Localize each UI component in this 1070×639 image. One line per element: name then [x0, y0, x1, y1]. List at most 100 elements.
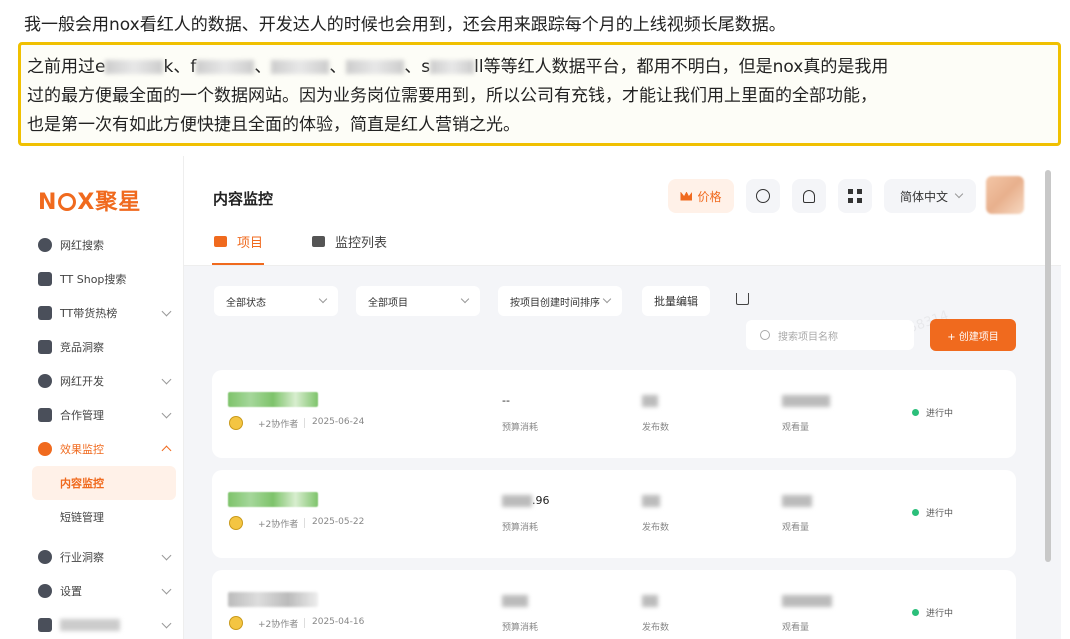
sidebar-item-industry-insight[interactable]: 行业洞察 — [18, 540, 184, 574]
collaborators-count[interactable]: +2协作者 — [258, 617, 298, 630]
sidebar-item-label: 内容监控 — [60, 477, 104, 490]
apps-button[interactable] — [838, 179, 872, 213]
create-project-button[interactable]: + 创建项目 — [930, 319, 1016, 351]
views-value — [782, 394, 830, 407]
redacted-name — [271, 60, 330, 74]
status-badge: 进行中 — [912, 506, 953, 519]
brand-letter: N — [38, 190, 58, 215]
budget-label: 预算消耗 — [502, 623, 539, 633]
frog-avatar-icon — [229, 516, 243, 530]
chevron-down-icon — [161, 550, 172, 561]
redacted-project-name — [228, 592, 318, 607]
posts-value — [642, 394, 658, 407]
views-label: 观看量 — [782, 623, 810, 633]
brand-o-icon — [58, 193, 77, 211]
sidebar-item-tt-shop-search[interactable]: TT Shop搜索 — [18, 262, 184, 296]
budget-value: .96 — [502, 494, 550, 507]
sidebar-item-performance-monitor[interactable]: 效果监控 — [18, 432, 184, 466]
redacted-value — [782, 595, 832, 607]
folder-icon — [214, 236, 227, 247]
sidebar-item-short-link[interactable]: 短链管理 — [18, 500, 184, 534]
compass-icon — [38, 238, 52, 252]
sidebar-item-settings[interactable]: 设置 — [18, 574, 184, 608]
search-placeholder: 搜索项目名称 — [778, 331, 838, 343]
status-badge: 进行中 — [912, 406, 953, 419]
redacted-name — [105, 60, 164, 74]
redacted-value — [642, 395, 658, 407]
brand-logo[interactable]: N X聚星 — [38, 184, 141, 216]
chevron-down-icon — [161, 618, 172, 629]
search-icon — [760, 330, 770, 340]
sidebar-item-tt-hot-list[interactable]: TT带货热榜 — [18, 296, 184, 330]
active-tab-indicator — [212, 263, 264, 265]
redacted-value — [502, 595, 528, 607]
status-dot-icon — [912, 509, 919, 516]
notification-button[interactable] — [792, 179, 826, 213]
chevron-down-icon — [602, 294, 612, 304]
export-button[interactable] — [730, 286, 754, 312]
price-button[interactable]: 价格 — [668, 179, 734, 213]
language-label: 简体中文 — [900, 189, 949, 204]
sidebar-item-label: 竞品洞察 — [60, 341, 104, 354]
status-dot-icon — [912, 409, 919, 416]
collaborators-count[interactable]: +2协作者 — [258, 417, 298, 430]
sidebar-nav: 网红搜索 TT Shop搜索 TT带货热榜 竞品洞察 网红开发 合作管理 效果监… — [18, 228, 184, 639]
frog-avatar-icon — [229, 616, 243, 630]
sidebar-item-label: 设置 — [60, 585, 82, 598]
project-date: 2025-04-16 — [312, 617, 365, 627]
price-label: 价格 — [697, 189, 722, 204]
budget-suffix: .96 — [532, 494, 550, 507]
bell-icon — [803, 189, 815, 203]
chevron-down-icon — [954, 189, 964, 199]
ai-icon — [38, 618, 52, 632]
sidebar-item-collab-management[interactable]: 合作管理 — [18, 398, 184, 432]
posts-label: 发布数 — [642, 623, 670, 633]
tab-label: 监控列表 — [335, 236, 388, 251]
tab-bar: 项目 监控列表 — [184, 218, 1061, 266]
status-dot-icon — [912, 609, 919, 616]
language-select[interactable]: 简体中文 — [884, 179, 976, 213]
collaborators-count[interactable]: +2协作者 — [258, 517, 298, 530]
sidebar-item-influencer-search[interactable]: 网红搜索 — [18, 228, 184, 262]
sidebar-item-ai[interactable] — [18, 608, 184, 639]
divider — [304, 418, 305, 428]
project-card[interactable]: +2协作者 2025-06-24 -- 预算消耗 发布数 观看量 进行中 — [212, 370, 1016, 458]
posts-label: 发布数 — [642, 423, 670, 433]
intro-text: 我一般会用nox看红人的数据、开发达人的时候也会用到，还会用来跟踪每个月的上线视… — [24, 15, 786, 35]
project-date: 2025-05-22 — [312, 517, 365, 527]
redacted-label — [60, 619, 120, 631]
sort-value: 按项目创建时间排序 — [510, 297, 600, 309]
avatar[interactable] — [986, 176, 1024, 214]
sort-select[interactable]: 按项目创建时间排序 — [498, 286, 622, 316]
sidebar-item-competitor-insight[interactable]: 竞品洞察 — [18, 330, 184, 364]
sidebar-item-label: TT带货热榜 — [60, 307, 118, 320]
scrollbar[interactable] — [1045, 170, 1051, 562]
trend-icon — [38, 550, 52, 564]
sidebar-item-label: 行业洞察 — [60, 551, 104, 564]
sidebar-item-content-monitor[interactable]: 内容监控 — [32, 466, 176, 500]
divider — [304, 518, 305, 528]
views-label: 观看量 — [782, 423, 810, 433]
sidebar-item-influencer-dev[interactable]: 网红开发 — [18, 364, 184, 398]
users-icon — [38, 374, 52, 388]
chevron-up-icon — [161, 445, 172, 456]
status-filter[interactable]: 全部状态 — [214, 286, 338, 316]
chevron-down-icon — [460, 294, 470, 304]
quote-text: ll等等红人数据平台，都用不明白，但是nox真的是我用 — [474, 57, 889, 77]
tab-label: 项目 — [237, 236, 264, 251]
tab-projects[interactable]: 项目 — [214, 232, 263, 251]
message-button[interactable] — [746, 179, 780, 213]
chevron-down-icon — [161, 306, 172, 317]
budget-label: 预算消耗 — [502, 423, 539, 433]
tab-monitor-list[interactable]: 监控列表 — [312, 232, 387, 251]
project-card[interactable]: +2协作者 2025-05-22 .96 预算消耗 发布数 观看量 进行中 — [212, 470, 1016, 558]
project-card[interactable]: +2协作者 2025-04-16 预算消耗 发布数 观看量 进行中 — [212, 570, 1016, 639]
quote-text: k、f — [163, 57, 197, 77]
frog-avatar-icon — [229, 416, 243, 430]
posts-value — [642, 594, 658, 607]
search-input[interactable]: 搜索项目名称 — [746, 320, 914, 350]
project-filter[interactable]: 全部项目 — [356, 286, 480, 316]
redacted-project-name — [228, 492, 318, 507]
budget-value: -- — [502, 394, 510, 407]
batch-edit-button[interactable]: 批量编辑 — [642, 286, 710, 316]
